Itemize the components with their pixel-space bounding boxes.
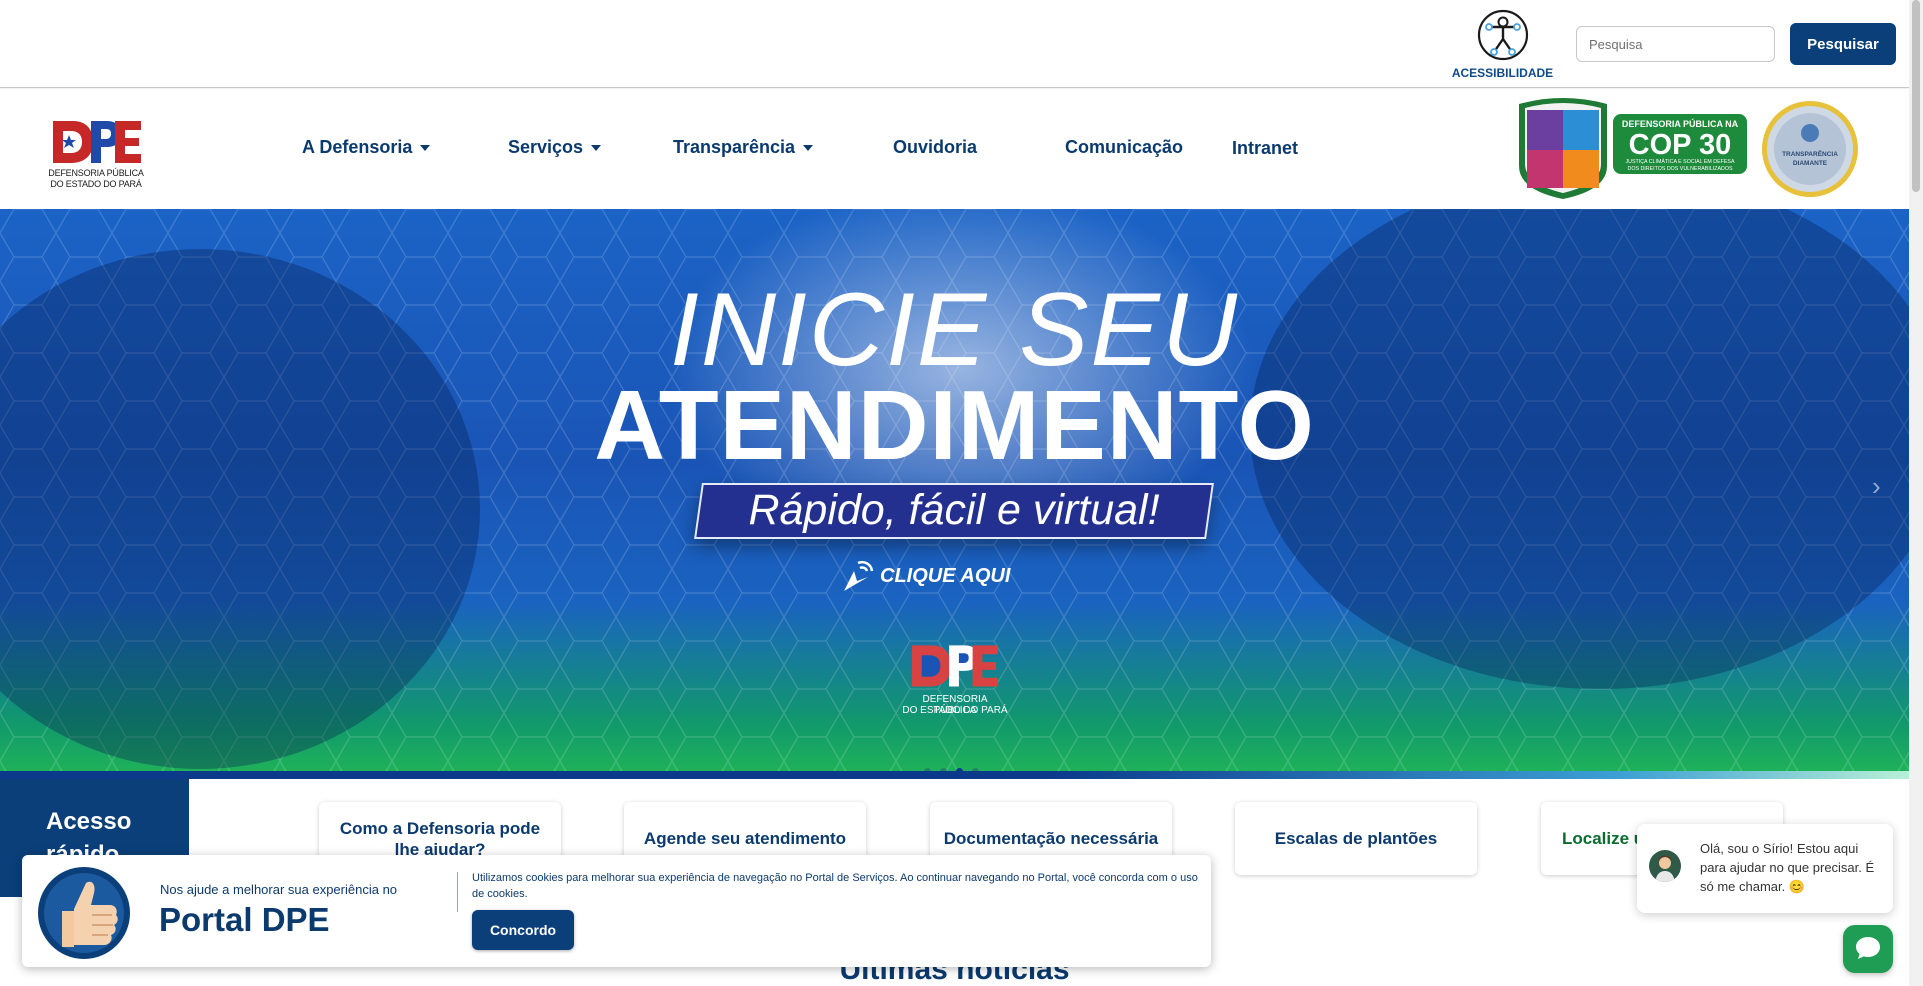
chat-message: Olá, sou o Sírio! Estou aqui para ajudar… — [1700, 841, 1875, 894]
quick-card-label: Localize u — [1562, 829, 1645, 848]
chevron-down-icon — [591, 145, 602, 152]
cop-line2: JUSTIÇA CLIMÁTICA E SOCIAL EM DEFESA — [1625, 158, 1734, 165]
logo-line1: DEFENSORIA PÚBLICA — [48, 168, 144, 178]
carousel-next-icon[interactable]: › — [1872, 471, 1881, 502]
nav-a-defensoria[interactable]: A Defensoria — [302, 137, 431, 158]
pointer-click-icon — [844, 560, 874, 591]
chevron-down-icon — [803, 145, 814, 152]
thumbs-up-icon — [38, 867, 130, 959]
cookie-accept-button[interactable]: Concordo — [472, 910, 574, 950]
nav-intranet-label: Intranet — [1232, 138, 1299, 158]
accessibility-link[interactable]: ACESSIBILIDADE — [1440, 8, 1565, 80]
cookie-banner: Nos ajude a melhorar sua experiência no … — [22, 855, 1211, 967]
chevron-down-icon — [420, 145, 431, 152]
search-button[interactable]: Pesquisar — [1790, 23, 1896, 65]
nav-transparencia-label: Transparência — [673, 137, 796, 157]
quick-card-label: Escalas de plantões — [1274, 829, 1438, 848]
cookie-divider — [457, 872, 458, 912]
transparencia-diamante-seal[interactable]: TRANSPARÊNCIA DIAMANTE — [1760, 99, 1860, 199]
nav-servicos[interactable]: Serviços — [508, 137, 602, 158]
hero-dpe-logo: DEFENSORIA PÚBLICA DO ESTADO DO PARÁ — [902, 639, 1008, 719]
nav-servicos-label: Serviços — [508, 137, 584, 157]
top-bar: ACESSIBILIDADE Pesquisar — [0, 0, 1909, 88]
main-navigation: DEFENSORIA PÚBLICA DO ESTADO DO PARÁ A D… — [0, 89, 1909, 209]
seal-line1: TRANSPARÊNCIA — [1782, 149, 1838, 158]
quick-card-label: Como a Defensoria pode lhe ajudar? — [339, 818, 541, 859]
accessibility-icon — [1477, 9, 1528, 61]
nav-a-defensoria-label: A Defensoria — [302, 137, 413, 157]
chat-avatar — [1649, 850, 1681, 882]
chat-bubble-icon — [1856, 936, 1880, 959]
quick-card-escalas[interactable]: Escalas de plantões — [1235, 802, 1477, 875]
dpe-logo-mark — [53, 121, 141, 163]
cop30-badge[interactable]: DEFENSORIA PÚBLICA NA COP 30 JUSTIÇA CLI… — [1517, 96, 1747, 200]
dpe-logo[interactable]: DEFENSORIA PÚBLICA DO ESTADO DO PARÁ — [46, 117, 146, 193]
quick-card-label: Documentação necessária — [943, 829, 1159, 848]
cop-line3: DOS DIREITOS DOS VULNERABILIZADOS — [1628, 166, 1733, 172]
cookie-message: Utilizamos cookies para melhorar sua exp… — [472, 872, 1198, 900]
accessibility-label: ACESSIBILIDADE — [1451, 66, 1554, 80]
chat-greeting-bubble[interactable]: Olá, sou o Sírio! Estou aqui para ajudar… — [1637, 824, 1893, 913]
scrollbar-thumb[interactable] — [1912, 0, 1920, 192]
nav-ouvidoria-label: Ouvidoria — [893, 137, 978, 157]
cookie-portal-title: Portal DPE — [159, 901, 330, 938]
logo-line2: DO ESTADO DO PARÁ — [50, 179, 142, 189]
hero-cta-link[interactable]: CLIQUE AQUI — [838, 557, 1058, 597]
assistant-avatar-icon — [1655, 855, 1675, 882]
hero-carousel[interactable]: INICIE SEU ATENDIMENTO Rápido, fácil e v… — [0, 209, 1909, 771]
search-input[interactable] — [1576, 26, 1775, 62]
carousel-indicators — [924, 762, 988, 771]
chat-open-button[interactable] — [1843, 925, 1893, 973]
cop-line1: DEFENSORIA PÚBLICA NA — [1622, 118, 1739, 129]
nav-transparencia[interactable]: Transparência — [673, 137, 814, 158]
quick-card-label: Agende seu atendimento — [643, 829, 847, 848]
nav-comunicacao[interactable]: Comunicação — [1065, 137, 1183, 158]
hero-title-line2: ATENDIMENTO — [594, 370, 1315, 480]
nav-intranet[interactable]: Intranet — [1232, 138, 1298, 159]
cop-main: COP 30 — [1629, 129, 1732, 161]
seal-line2: DIAMANTE — [1793, 160, 1828, 167]
page-scrollbar[interactable] — [1909, 0, 1923, 986]
hero-logo-line2: DO ESTADO DO PARÁ — [902, 705, 1008, 716]
hero-subtitle: Rápido, fácil e virtual! — [748, 486, 1160, 534]
nav-ouvidoria[interactable]: Ouvidoria — [893, 137, 977, 158]
hero-cta-label: CLIQUE AQUI — [880, 565, 1011, 587]
hero-dpe-logo-mark — [911, 645, 999, 687]
nav-comunicacao-label: Comunicação — [1065, 137, 1184, 157]
hero-bottom-stripe — [0, 771, 1909, 779]
cookie-help-text: Nos ajude a melhorar sua experiência no — [160, 882, 398, 897]
